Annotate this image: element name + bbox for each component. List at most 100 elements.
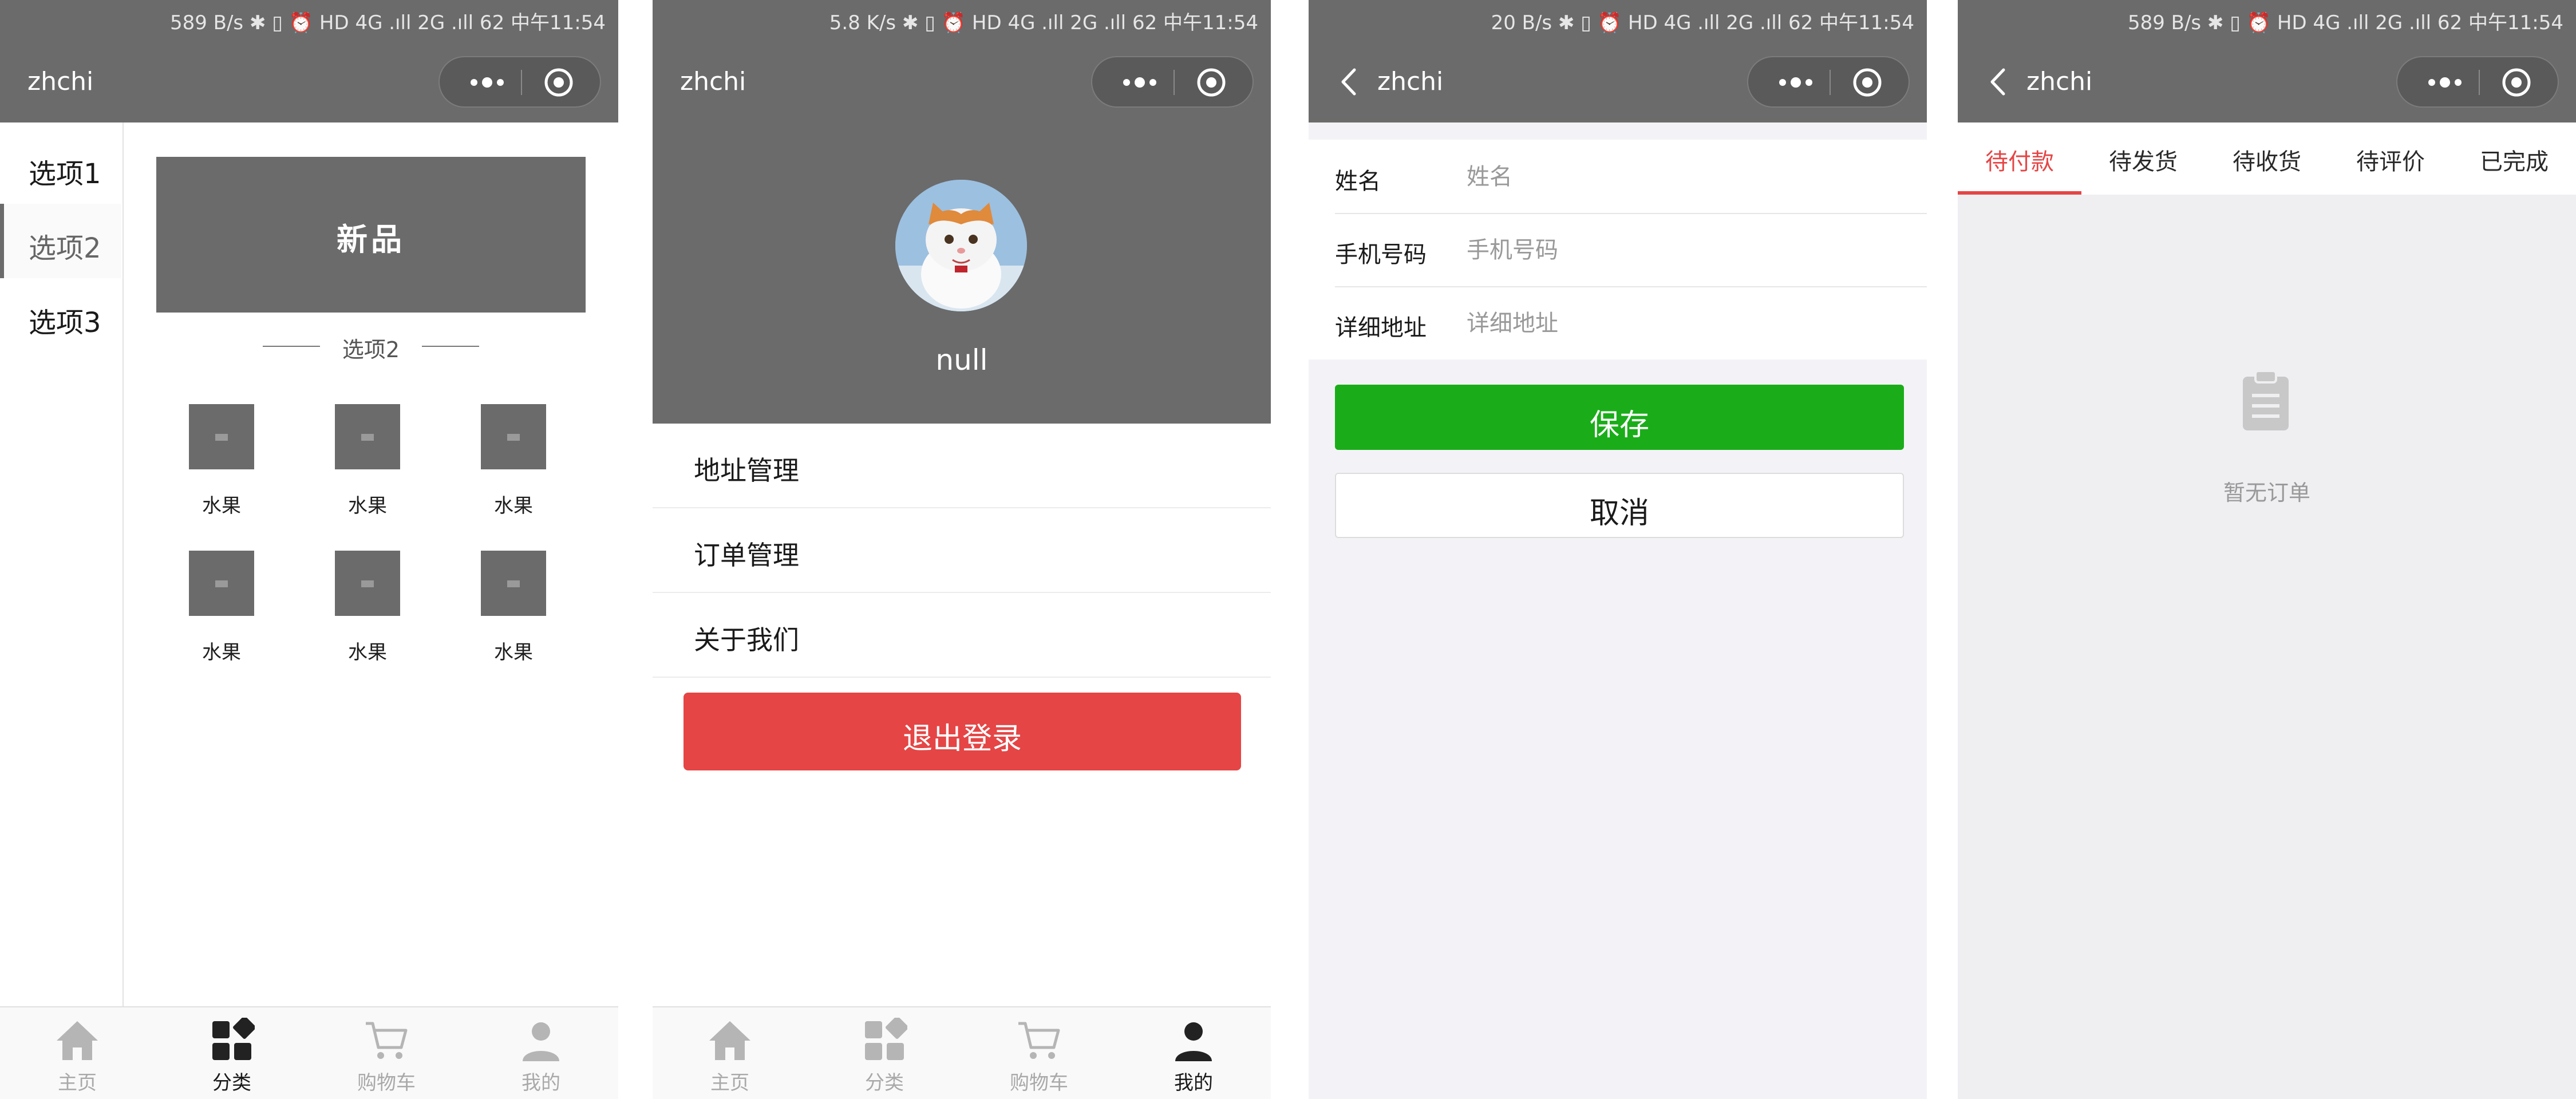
tab-cart[interactable]: 购物车 xyxy=(962,1007,1116,1099)
category-icon xyxy=(865,1018,907,1060)
category-icon xyxy=(212,1018,255,1060)
save-label: 保存 xyxy=(1589,408,1649,442)
form-row-name: 姓名 xyxy=(1335,140,1927,214)
menu-item-label: 订单管理 xyxy=(694,540,799,571)
home-icon xyxy=(709,1021,750,1060)
tab-mine[interactable]: 我的 xyxy=(464,1007,618,1099)
form-row-phone: 手机号码 xyxy=(1335,213,1927,287)
product-thumbnail xyxy=(481,404,546,469)
status-bar: 20 B/s ✱ ▯ ⏰ HD 4G .ıll 2G .ıll 62 中午11:… xyxy=(1309,0,1927,41)
status-text: 589 B/s ✱ ▯ ⏰ HD 4G .ıll 2G .ıll 62 中午11… xyxy=(169,11,606,34)
sidebar-item-label: 选项2 xyxy=(29,232,101,264)
nav-bar: zhchi xyxy=(0,41,618,122)
tab-label: 我的 xyxy=(1174,1072,1213,1094)
product-item[interactable]: 水果 xyxy=(318,404,415,536)
phone-label: 手机号码 xyxy=(1335,242,1427,268)
address-label: 详细地址 xyxy=(1335,315,1427,341)
username: null xyxy=(935,343,988,377)
close-miniprogram-icon[interactable] xyxy=(1195,66,1227,98)
profile-header: null xyxy=(653,122,1271,424)
product-thumbnail xyxy=(335,551,400,616)
capsule-divider xyxy=(521,70,522,95)
tab-label: 待收货 xyxy=(2233,149,2301,175)
phone-input[interactable] xyxy=(1465,231,1903,269)
product-label: 水果 xyxy=(202,641,241,664)
divider-line xyxy=(422,346,479,347)
more-icon[interactable] xyxy=(2419,68,2471,97)
more-icon[interactable] xyxy=(1114,68,1165,97)
more-icon[interactable] xyxy=(461,68,513,97)
page-title: zhchi xyxy=(1377,67,1444,96)
product-label: 水果 xyxy=(202,495,241,517)
product-thumbnail xyxy=(189,551,254,616)
sidebar-item-option1[interactable]: 选项1 xyxy=(0,129,121,204)
tab-pending-payment[interactable]: 待付款 xyxy=(1958,122,2081,195)
product-label: 水果 xyxy=(494,495,533,517)
address-input[interactable] xyxy=(1465,305,1903,342)
status-text: 20 B/s ✱ ▯ ⏰ HD 4G .ıll 2G .ıll 62 中午11:… xyxy=(1491,11,1914,34)
sidebar-item-option2[interactable]: 选项2 xyxy=(0,204,121,278)
product-item[interactable]: 水果 xyxy=(172,551,269,682)
tab-label: 购物车 xyxy=(357,1072,416,1094)
status-text: 589 B/s ✱ ▯ ⏰ HD 4G .ıll 2G .ıll 62 中午11… xyxy=(2127,11,2563,34)
save-button[interactable]: 保存 xyxy=(1335,385,1904,450)
tab-category[interactable]: 分类 xyxy=(807,1007,962,1099)
tab-bar: 主页 分类 购物车 我的 xyxy=(653,1006,1271,1099)
product-item[interactable]: 水果 xyxy=(464,551,561,682)
menu-item-label: 关于我们 xyxy=(694,624,799,655)
logout-button[interactable]: 退出登录 xyxy=(683,693,1241,770)
more-icon[interactable] xyxy=(1770,68,1822,97)
name-input[interactable] xyxy=(1465,158,1903,196)
close-miniprogram-icon[interactable] xyxy=(1851,66,1883,98)
person-icon xyxy=(523,1022,559,1061)
section-title-text: 选项2 xyxy=(342,337,400,362)
sidebar-item-label: 选项1 xyxy=(29,158,101,190)
tab-pending-shipment[interactable]: 待发货 xyxy=(2081,122,2205,195)
cat-avatar-image xyxy=(895,180,1027,311)
miniprogram-capsule xyxy=(2396,56,2559,108)
sidebar-item-option3[interactable]: 选项3 xyxy=(0,278,121,353)
back-arrow-icon[interactable] xyxy=(1981,62,2015,102)
menu-item-about[interactable]: 关于我们 xyxy=(653,593,1271,678)
cart-icon xyxy=(1018,1022,1060,1059)
page-title: zhchi xyxy=(27,67,94,96)
menu-item-address[interactable]: 地址管理 xyxy=(653,424,1271,508)
cancel-button[interactable]: 取消 xyxy=(1335,473,1904,538)
product-item[interactable]: 水果 xyxy=(318,551,415,682)
tab-label: 主页 xyxy=(58,1072,97,1094)
close-miniprogram-icon[interactable] xyxy=(2500,66,2532,98)
product-label: 水果 xyxy=(494,641,533,664)
page-title: zhchi xyxy=(680,67,746,96)
tab-pending-receipt[interactable]: 待收货 xyxy=(2205,122,2329,195)
tab-pending-review[interactable]: 待评价 xyxy=(2329,122,2452,195)
tab-label: 主页 xyxy=(710,1072,749,1094)
product-label: 水果 xyxy=(348,495,387,517)
home-icon xyxy=(57,1021,98,1060)
status-text: 5.8 K/s ✱ ▯ ⏰ HD 4G .ıll 2G .ıll 62 中午11… xyxy=(829,11,1258,34)
product-item[interactable]: 水果 xyxy=(172,404,269,536)
tab-label: 购物车 xyxy=(1010,1072,1068,1094)
product-label: 水果 xyxy=(348,641,387,664)
product-thumbnail xyxy=(481,551,546,616)
address-form-screen: 20 B/s ✱ ▯ ⏰ HD 4G .ıll 2G .ıll 62 中午11:… xyxy=(1309,0,1927,1099)
tab-home[interactable]: 主页 xyxy=(653,1007,807,1099)
capsule-divider xyxy=(2479,70,2480,95)
tab-cart[interactable]: 购物车 xyxy=(309,1007,464,1099)
tab-label: 已完成 xyxy=(2480,149,2549,175)
section-title: 选项2 xyxy=(156,332,586,362)
tab-home[interactable]: 主页 xyxy=(0,1007,155,1099)
nav-bar: zhchi xyxy=(1958,41,2576,122)
status-bar: 5.8 K/s ✱ ▯ ⏰ HD 4G .ıll 2G .ıll 62 中午11… xyxy=(653,0,1271,41)
miniprogram-capsule xyxy=(1747,56,1910,108)
tab-label: 分类 xyxy=(865,1072,904,1094)
tab-mine[interactable]: 我的 xyxy=(1116,1007,1271,1099)
tab-completed[interactable]: 已完成 xyxy=(2452,122,2576,195)
tab-category[interactable]: 分类 xyxy=(155,1007,309,1099)
product-item[interactable]: 水果 xyxy=(464,404,561,536)
close-miniprogram-icon[interactable] xyxy=(543,66,575,98)
back-arrow-icon[interactable] xyxy=(1332,62,1366,102)
menu-item-orders[interactable]: 订单管理 xyxy=(653,508,1271,593)
tab-label: 待发货 xyxy=(2109,149,2178,175)
new-products-banner[interactable]: 新品 xyxy=(156,157,586,313)
avatar[interactable] xyxy=(895,180,1027,311)
